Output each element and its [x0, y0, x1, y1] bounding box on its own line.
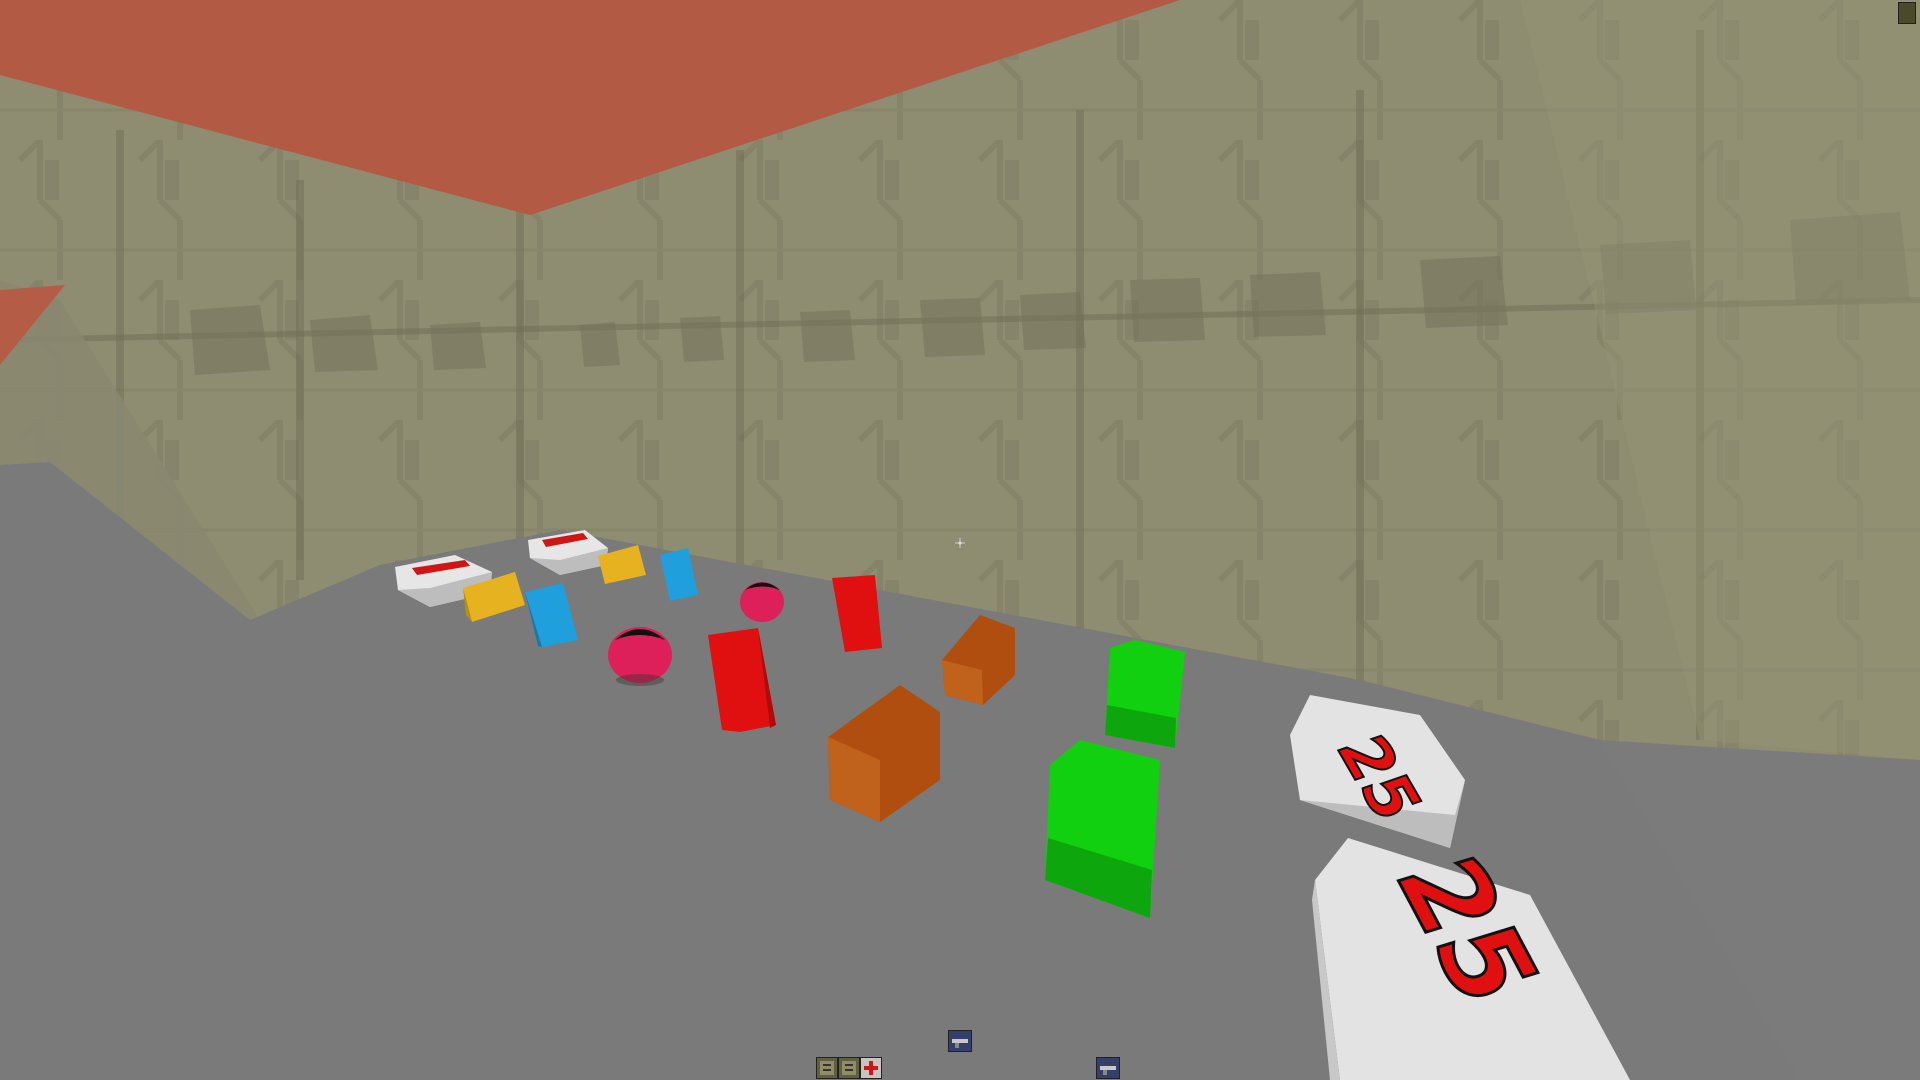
ammo-icon [820, 1061, 834, 1075]
medkit-icon [864, 1061, 878, 1075]
weapon-icon [952, 1039, 968, 1048]
green-block[interactable] [1105, 640, 1185, 748]
hud-weapon-icon [1096, 1057, 1120, 1079]
hud-ammo-icon [816, 1057, 838, 1079]
hud-medkit-icon [860, 1057, 882, 1079]
game-scene: 25 25 [0, 0, 1920, 1080]
hud-ammo-icon [838, 1057, 860, 1079]
ammo-icon [842, 1061, 856, 1075]
weapon-icon [1100, 1066, 1116, 1075]
pink-sphere[interactable] [740, 582, 784, 622]
game-viewport[interactable]: 25 25 [0, 0, 1920, 1080]
hud-corner-status-icon [1898, 2, 1916, 24]
hud-weapon-icon [948, 1030, 972, 1052]
